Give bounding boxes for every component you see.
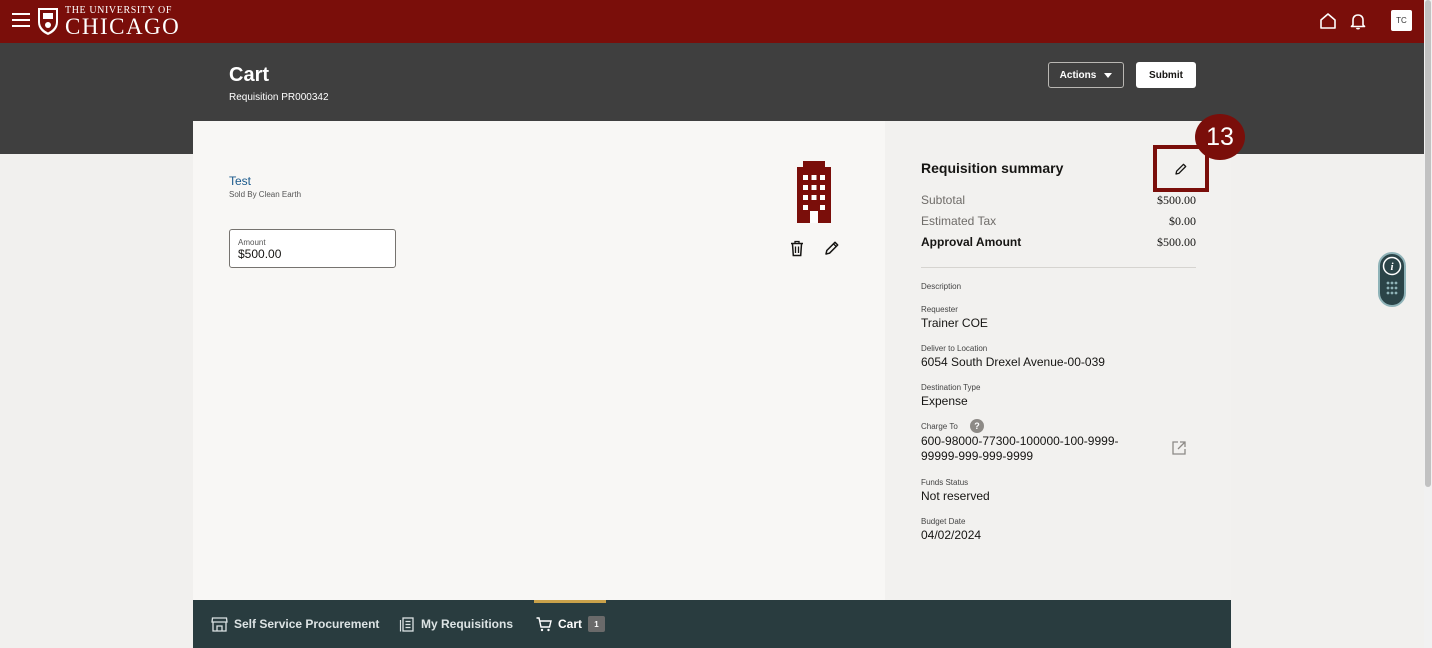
funds-status-label: Funds Status — [921, 478, 969, 487]
summary-title: Requisition summary — [921, 160, 1064, 176]
store-icon — [211, 616, 228, 632]
actions-button[interactable]: Actions — [1048, 62, 1124, 88]
nav-label-ssp: Self Service Procurement — [234, 617, 380, 631]
approval-row: Approval Amount $500.00 — [921, 235, 1196, 250]
home-icon[interactable] — [1318, 11, 1338, 31]
tax-value: $0.00 — [1169, 214, 1196, 228]
requisitions-icon — [399, 616, 414, 632]
nav-self-service-procurement[interactable]: Self Service Procurement — [211, 600, 379, 648]
subtotal-value: $500.00 — [1157, 193, 1196, 207]
nav-cart[interactable]: Cart 1 — [536, 600, 606, 648]
bottom-navigation: Self Service Procurement My Requisitions… — [193, 600, 1231, 648]
deliver-location-label: Deliver to Location — [921, 344, 988, 353]
description-label: Description — [921, 282, 962, 291]
subtotal-row: Subtotal $500.00 — [921, 193, 1196, 208]
active-tab-indicator — [534, 600, 606, 603]
nav-my-requisitions[interactable]: My Requisitions — [399, 600, 513, 648]
actions-label: Actions — [1059, 69, 1097, 81]
user-avatar[interactable]: TC — [1391, 10, 1412, 31]
destination-type-label: Destination Type — [921, 383, 981, 392]
nav-label-requisitions: My Requisitions — [421, 617, 514, 631]
approval-label: Approval Amount — [921, 235, 1022, 249]
scrollbar-thumb[interactable] — [1425, 0, 1431, 487]
svg-text:i: i — [1390, 261, 1394, 273]
help-widget[interactable]: i — [1378, 252, 1406, 307]
building-icon — [797, 161, 831, 223]
bell-icon[interactable] — [1348, 11, 1368, 31]
subtotal-label: Subtotal — [921, 193, 966, 207]
destination-type-value: Expense — [921, 394, 968, 408]
menu-icon[interactable] — [12, 13, 30, 27]
requisition-number: Requisition PR000342 — [229, 92, 329, 103]
nav-label-cart: Cart — [558, 617, 583, 631]
caret-down-icon — [1104, 72, 1113, 78]
edit-item-icon[interactable] — [824, 240, 840, 256]
requester-label: Requester — [921, 305, 958, 314]
charge-to-label: Charge To — [921, 422, 958, 431]
page-title: Cart — [229, 64, 270, 86]
logo-big-text: CHICAGO — [65, 13, 181, 39]
deliver-location-value: 6054 South Drexel Avenue-00-039 — [921, 355, 1105, 369]
charge-to-value: 600-98000-77300-100000-100-9999-99999-99… — [921, 434, 1119, 463]
amount-value: $500.00 — [238, 247, 282, 261]
budget-date-value: 04/02/2024 — [921, 528, 982, 542]
step-callout-badge: 13 — [1195, 114, 1245, 160]
tax-row: Estimated Tax $0.00 — [921, 214, 1196, 229]
university-logo[interactable]: THE UNIVERSITY OF CHICAGO — [36, 4, 180, 38]
item-name-link[interactable]: Test — [229, 174, 251, 188]
approval-value: $500.00 — [1157, 235, 1196, 249]
budget-date-label: Budget Date — [921, 517, 966, 526]
delete-icon[interactable] — [789, 240, 805, 257]
help-icon[interactable]: ? — [970, 419, 984, 433]
shield-icon — [38, 8, 58, 35]
external-link-icon[interactable] — [1171, 440, 1187, 456]
summary-divider — [921, 267, 1196, 268]
cart-icon — [536, 616, 552, 631]
pencil-icon — [1175, 163, 1187, 175]
cart-count-badge: 1 — [588, 616, 606, 632]
funds-status-value: Not reserved — [921, 489, 990, 503]
requester-value: Trainer COE — [921, 316, 988, 330]
amount-field[interactable]: Amount $500.00 — [229, 229, 396, 268]
submit-button[interactable]: Submit — [1136, 62, 1196, 88]
item-seller: Sold By Clean Earth — [229, 190, 302, 199]
top-bar: THE UNIVERSITY OF CHICAGO TC — [0, 0, 1424, 43]
amount-label: Amount — [238, 238, 266, 247]
tax-label: Estimated Tax — [921, 214, 997, 228]
info-icon: i — [1382, 256, 1402, 295]
